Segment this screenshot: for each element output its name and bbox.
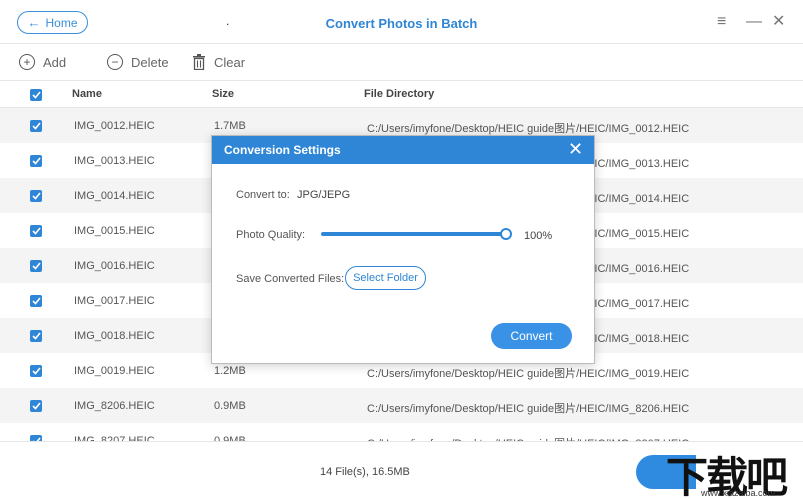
row-checkbox[interactable] [30, 190, 42, 202]
clear-button[interactable]: Clear [192, 54, 245, 70]
row-file-name: IMG_0014.HEIC [74, 190, 155, 202]
select-folder-button[interactable]: Select Folder [345, 266, 426, 290]
row-file-name: IMG_0017.HEIC [74, 295, 155, 307]
minimize-icon[interactable]: — [746, 12, 762, 32]
row-checkbox[interactable] [30, 225, 42, 237]
minus-circle-icon: − [107, 54, 123, 70]
plus-circle-icon: + [19, 54, 35, 70]
convert-to-value[interactable]: JPG/JEPG [297, 189, 350, 201]
convert-button[interactable]: Convert [491, 323, 572, 349]
photo-quality-slider[interactable] [321, 232, 507, 236]
delete-button[interactable]: − Delete [107, 54, 169, 70]
menu-icon[interactable]: ≡ [717, 12, 726, 32]
column-header-directory[interactable]: File Directory [364, 88, 434, 100]
toolbar: + Add − Delete Clear [0, 44, 803, 81]
row-checkbox[interactable] [30, 365, 42, 377]
window-title: Convert Photos in Batch [325, 16, 478, 31]
watermark-logo: 下载吧 www.xiazaiba.com [666, 444, 803, 499]
row-file-name: IMG_0018.HEIC [74, 330, 155, 342]
column-header-size[interactable]: Size [212, 88, 234, 100]
row-checkbox[interactable] [30, 330, 42, 342]
trash-icon [192, 54, 206, 70]
row-file-name: IMG_0016.HEIC [74, 260, 155, 272]
delete-label: Delete [131, 54, 169, 70]
row-file-directory: C:/Users/imyfone/Desktop/HEIC guide图片/HE… [367, 368, 690, 380]
slider-handle[interactable] [500, 228, 512, 240]
watermark-url: www.xiazaiba.com [701, 488, 776, 498]
table-row[interactable]: IMG_8206.HEIC 0.9MB C:/Users/imyfone/Deskt… [0, 388, 803, 423]
file-summary: 14 File(s), 16.5MB [320, 466, 410, 478]
scrollbar[interactable] [797, 108, 803, 441]
row-file-size: 0.9MB [214, 400, 246, 412]
row-file-name: IMG_0012.HEIC [74, 120, 155, 132]
add-button[interactable]: + Add [19, 54, 66, 70]
clear-label: Clear [214, 54, 246, 70]
row-file-name: IMG_0019.HEIC [74, 365, 155, 377]
add-label: Add [43, 54, 67, 70]
save-converted-label: Save Converted Files: [236, 273, 345, 285]
row-file-directory: C:/Users/imyfone/Desktop/HEIC guide图片/HE… [367, 123, 690, 135]
title-bar: ← Home . Convert Photos in Batch ≡ — ✕ [0, 0, 803, 44]
photo-quality-value: 100% [524, 230, 553, 242]
convert-to-label: Convert to: [236, 189, 290, 201]
row-file-name: IMG_0015.HEIC [74, 225, 155, 237]
row-checkbox[interactable] [30, 120, 42, 132]
row-checkbox[interactable] [30, 400, 42, 412]
dialog-header: Conversion Settings ✕ [212, 136, 594, 164]
photo-quality-label: Photo Quality: [236, 229, 306, 241]
row-checkbox[interactable] [30, 295, 42, 307]
close-window-icon[interactable]: ✕ [772, 12, 785, 32]
dialog-close-icon[interactable]: ✕ [568, 140, 583, 158]
table-row[interactable]: IMG_8207.HEIC0.9MBC:/Users/imyfone/Deskt… [0, 423, 803, 441]
row-file-name: IMG_0013.HEIC [74, 155, 155, 167]
table-header: Name Size File Directory [0, 82, 803, 108]
dialog-title: Conversion Settings [224, 143, 341, 157]
column-header-name[interactable]: Name [72, 88, 102, 100]
conversion-settings-dialog: Conversion Settings ✕ Convert to: JPG/JE… [211, 135, 595, 364]
row-file-name: IMG_8206.HEIC [74, 400, 155, 412]
row-file-size: 1.2MB [214, 365, 246, 377]
row-file-size: 1.7MB [214, 120, 246, 132]
row-checkbox[interactable] [30, 260, 42, 272]
row-file-directory: C:/Users/imyfone/Desktop/HEIC guide图片/HE… [367, 403, 690, 415]
select-all-checkbox[interactable] [30, 89, 42, 101]
row-checkbox[interactable] [30, 155, 42, 167]
